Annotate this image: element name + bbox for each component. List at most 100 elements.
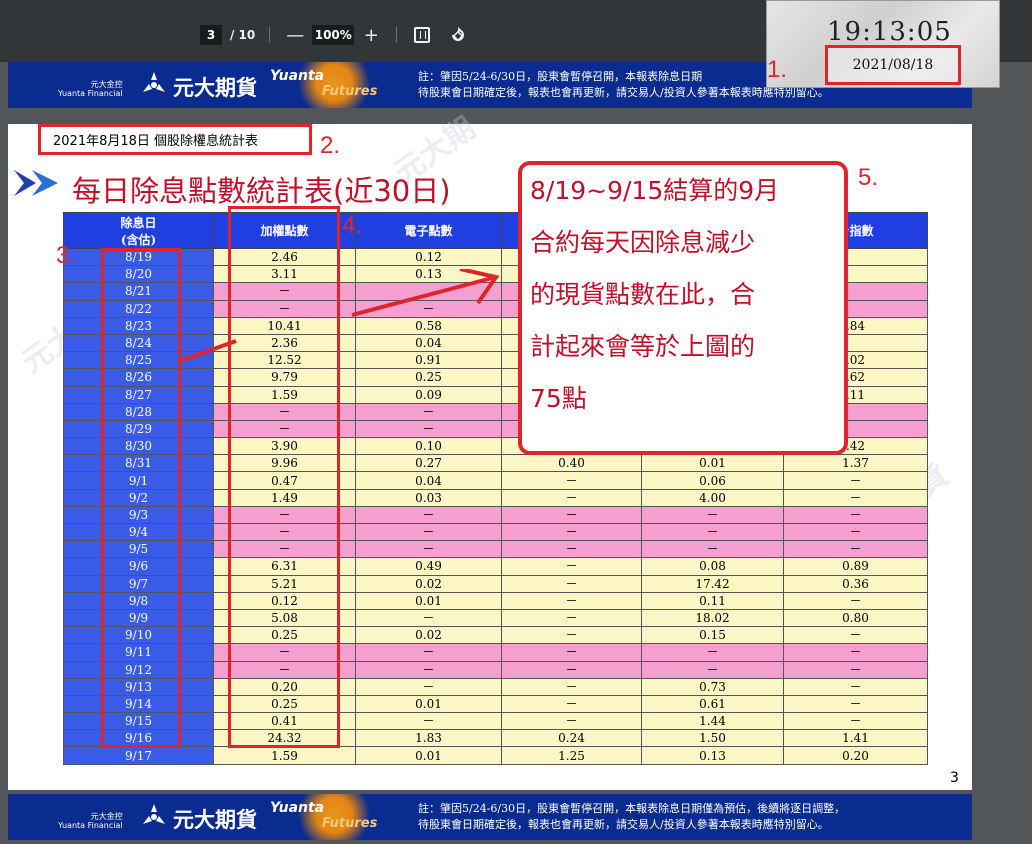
brand-name: 元大期貨 <box>173 76 257 100</box>
value-cell: 18.02 <box>641 608 784 628</box>
table-row: 9/5 －－－－－ <box>63 540 928 559</box>
value-cell: － <box>783 488 928 507</box>
rotate-button[interactable] <box>447 26 469 44</box>
report-subtitle: 2021年8月18日 個股除權息統計表 <box>38 124 312 155</box>
value-cell: 0.24 <box>501 729 642 748</box>
brand-small-en: Yuanta Financial <box>58 821 123 830</box>
value-cell: － <box>501 712 642 731</box>
value-cell: 4.00 <box>641 488 784 507</box>
annotation-2: 2. <box>320 132 341 159</box>
yuanta-logo-icon <box>143 72 165 92</box>
page-number-input[interactable]: 3 <box>200 25 222 45</box>
annotation-1: 1. <box>767 56 788 83</box>
value-cell: 0.49 <box>355 557 502 576</box>
value-cell: 0.11 <box>641 591 784 610</box>
value-cell: － <box>355 643 502 662</box>
value-cell: 0.08 <box>641 557 784 576</box>
table-row: 9/11 －－－－－ <box>63 643 928 662</box>
page-title: 每日除息點數統計表(近30日) <box>72 174 451 208</box>
table-row: 9/7 5.21 0.02 － 17.42 0.36 <box>63 574 928 593</box>
value-cell: 0.61 <box>641 694 784 714</box>
value-cell: 0.01 <box>641 454 784 473</box>
value-cell: 0.03 <box>355 488 502 507</box>
brand-small-text: 元大金控 Yuanta Financial <box>58 812 123 830</box>
value-cell: － <box>501 557 642 576</box>
value-cell: － <box>783 643 928 662</box>
clock-date: 2021/08/18 <box>825 45 961 85</box>
brand-futures: Futures <box>322 816 378 831</box>
value-cell: 0.15 <box>641 626 784 645</box>
table-row: 9/4 －－－－－ <box>63 522 928 542</box>
value-cell: － <box>355 712 502 731</box>
brand-yuanta: Yuanta <box>270 800 325 816</box>
table-row: 9/1 0.47 0.04 － 0.06 － <box>63 471 928 490</box>
value-cell: － <box>501 471 642 490</box>
brand-small-zh: 元大金控 <box>90 812 123 821</box>
footer-banner: 元大金控 Yuanta Financial 元大期貨 Yuanta Future… <box>8 794 972 840</box>
zoom-level-input[interactable]: 100% <box>312 25 355 45</box>
value-cell: 1.41 <box>783 729 928 748</box>
value-cell: － <box>501 694 642 714</box>
value-cell: 0.09 <box>355 385 502 404</box>
table-row: 9/17 1.59 0.01 1.25 0.13 0.20 <box>63 746 928 765</box>
pointer-arrows <box>179 269 500 363</box>
yuanta-logo-icon <box>143 804 165 824</box>
value-cell: － <box>783 540 928 559</box>
value-cell: 0.06 <box>641 471 784 490</box>
value-cell: － <box>355 402 502 421</box>
value-cell: － <box>501 522 642 542</box>
value-cell: － <box>501 643 642 662</box>
rotate-icon <box>452 27 465 42</box>
value-cell: － <box>501 505 642 525</box>
callout-line: 的現貨點數在此，合 <box>530 280 756 309</box>
value-cell: 0.27 <box>355 454 502 473</box>
annotation-3: 3. <box>56 242 77 269</box>
value-cell: 1.83 <box>355 729 502 748</box>
value-cell: 0.73 <box>641 677 784 696</box>
value-cell: － <box>355 677 502 696</box>
value-cell: － <box>783 677 928 696</box>
table-row: 8/31 9.96 0.27 0.40 0.01 1.37 <box>63 454 928 473</box>
value-cell: 0.01 <box>355 591 502 610</box>
value-cell: 0.36 <box>783 574 928 593</box>
zoom-out-button[interactable]: — <box>284 25 306 46</box>
table-row: 9/2 1.49 0.03 － 4.00 － <box>63 488 928 507</box>
value-cell: 0.25 <box>355 368 502 387</box>
value-cell: 1.50 <box>641 729 784 748</box>
value-cell: － <box>501 574 642 593</box>
value-cell: 1.59 <box>213 746 356 765</box>
table-row: 9/15 0.41 －－ 1.44 － <box>63 712 928 731</box>
brand-small-zh: 元大金控 <box>90 80 123 89</box>
callout-line: 8/19~9/15結算的9月 <box>530 176 780 205</box>
value-cell: 0.80 <box>783 608 928 628</box>
value-cell: － <box>783 505 928 525</box>
pdf-page: 元大期 元大 期貨 2021年8月18日 個股除權息統計表 2. 每日除息點數統… <box>8 111 972 790</box>
banner-note-line1: 註：肇因5/24-6/30日，股東會暫停召開，本報表除息日期僅為預估，後續將逐日… <box>418 802 846 815</box>
value-cell: － <box>355 540 502 559</box>
table-row: 9/9 5.08 －－ 18.02 0.80 <box>63 608 928 628</box>
table-row: 9/16 24.32 1.83 0.24 1.50 1.41 <box>63 729 928 748</box>
value-cell: － <box>501 677 642 696</box>
fit-page-button[interactable] <box>411 27 433 43</box>
value-cell: 0.01 <box>355 694 502 714</box>
value-cell: － <box>641 505 784 525</box>
value-cell: － <box>783 694 928 714</box>
value-cell: － <box>501 608 642 628</box>
zoom-in-button[interactable]: + <box>360 25 382 46</box>
value-cell: － <box>355 522 502 542</box>
desktop-clock: 19:13:05 2021/08/18 <box>766 0 1000 88</box>
value-cell: － <box>641 540 784 559</box>
header-electronic: 電子點數 <box>355 212 502 249</box>
banner-note: 註：肇因5/24-6/30日，股東會暫停召開，本報表除息日期僅為預估，後續將逐日… <box>418 801 845 833</box>
value-cell: － <box>641 522 784 542</box>
page-number: 3 <box>950 770 959 786</box>
table-row: 9/8 0.12 0.01 － 0.11 － <box>63 591 928 610</box>
callout-line: 合約每天因除息減少 <box>530 228 756 257</box>
value-cell: － <box>355 505 502 525</box>
explanation-callout: 8/19~9/15結算的9月 合約每天因除息減少 的現貨點數在此，合 計起來會等… <box>518 161 848 455</box>
value-cell: － <box>355 419 502 439</box>
value-cell: 0.02 <box>355 574 502 593</box>
value-cell: 0.10 <box>355 437 502 456</box>
brand-futures: Futures <box>322 84 378 99</box>
value-cell: 1.44 <box>641 712 784 731</box>
